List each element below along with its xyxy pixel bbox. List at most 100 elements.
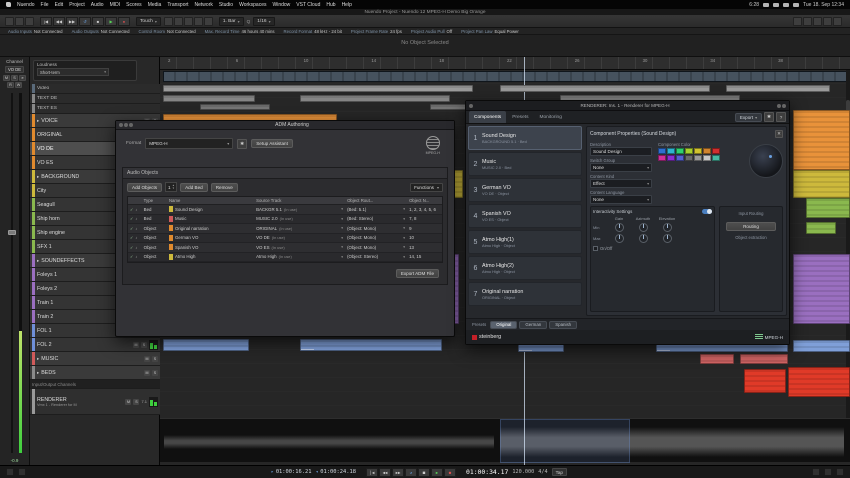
track-row[interactable]: ▸ TEXT ES M S [30, 104, 160, 114]
status-info-item[interactable]: Project Audio Pull Off [411, 29, 452, 34]
row-checkbox[interactable]: ✓ [130, 235, 133, 240]
window-controls[interactable] [119, 123, 133, 127]
plugin-titlebar[interactable]: RENDERER: Ins. 1 - Renderer for MPEG-H [466, 101, 789, 111]
add-count-stepper[interactable]: 1 ▴ ▾ [165, 182, 178, 192]
status-value[interactable]: 24 fps [390, 29, 402, 34]
azimuth-min-knob[interactable] [638, 223, 648, 232]
rewind-icon[interactable]: ◀◀ [53, 16, 65, 26]
go-to-start-icon[interactable]: |◀ [40, 16, 52, 26]
preset-button[interactable]: Original [490, 320, 518, 329]
menu-item[interactable]: VST Cloud [296, 2, 320, 8]
mute-button[interactable]: M [125, 398, 132, 405]
source-track-cell[interactable]: ORIGINAL (In use) ▾ [254, 226, 345, 231]
channel-button[interactable]: e [19, 75, 26, 81]
steinberg-hub-icon[interactable] [5, 16, 14, 26]
position-sphere[interactable] [749, 144, 783, 178]
color-swatch[interactable] [685, 148, 693, 154]
audio-object-row[interactable]: ✓ ♪ Object Original narration ORIGINAL (… [128, 224, 442, 234]
component-item[interactable]: 4 Spanish VO VO ES · Object [468, 204, 582, 228]
audio-object-row[interactable]: ✓ ♪ Object German VO VO DE (In use) ▾ (O… [128, 233, 442, 243]
component-item[interactable]: 7 Original narration ORIGINAL · Object [468, 282, 582, 306]
loudness-mode-select[interactable]: Short-term ▾ [37, 68, 109, 76]
audio-object-row[interactable]: ✓ ♪ Object Spanish VO VO ES (In use) ▾ (… [128, 243, 442, 253]
audio-object-row[interactable]: ✓ ♪ Bed Music MUSIC 2.0 (In use) ▾ (Bed:… [128, 214, 442, 224]
color-swatch[interactable] [676, 155, 684, 161]
menu-item[interactable]: Studio [219, 2, 233, 8]
color-swatch[interactable] [667, 148, 675, 154]
color-swatch[interactable] [703, 148, 711, 154]
menu-item[interactable]: Project [69, 2, 85, 8]
menu-item[interactable]: Audio [91, 2, 104, 8]
component-item[interactable]: 1 Sound Design BACKGROUND 5.1 · Bed [468, 126, 582, 150]
status-value[interactable]: Equal Power [495, 29, 519, 34]
metronome-icon[interactable] [18, 468, 26, 476]
component-item[interactable]: 6 Atmo High(2) Atmo High · Object [468, 256, 582, 280]
track-row[interactable]: ▸ BEDS M S [30, 366, 160, 380]
keyboard-icon[interactable] [836, 468, 845, 476]
row-checkbox[interactable]: ✓ [130, 226, 133, 231]
cycle-icon[interactable]: ↺ [79, 16, 91, 26]
quantize-preset-select[interactable]: 1/16 ▾ [253, 16, 275, 26]
auto-scroll-icon[interactable] [163, 16, 173, 26]
automation-mode-select[interactable]: Touch ▾ [136, 16, 161, 26]
status-info-item[interactable]: Audio Inputs Not Connected [8, 29, 63, 34]
object-routing-cell[interactable]: (Object: Mono) ▾ [345, 226, 407, 231]
preset-button[interactable]: German [519, 320, 548, 329]
setup-assistant-button[interactable]: Setup Assistant [251, 139, 293, 148]
mute-button[interactable]: M [133, 341, 139, 348]
quantize-menu-icon[interactable] [203, 16, 213, 26]
object-routing-cell[interactable]: (Object: Stereo) ▾ [345, 254, 407, 259]
source-track-cell[interactable]: Atmo High (In use) ▾ [254, 254, 345, 259]
video-thumbnail-track[interactable] [163, 71, 847, 82]
solo-button[interactable]: S [133, 398, 140, 405]
status-value[interactable]: Off [447, 29, 453, 34]
stepper-down-icon[interactable]: ▾ [173, 187, 175, 190]
object-routing-cell[interactable]: (Bed: 5.1) ▾ [345, 207, 407, 212]
track-row[interactable]: ▸ FOL 2 M S [30, 338, 160, 352]
column-header[interactable]: Type [142, 197, 167, 204]
settings-gear-icon[interactable]: ✱ [764, 112, 774, 122]
racks-icon[interactable] [813, 16, 822, 26]
gain-max-knob[interactable] [614, 234, 624, 243]
channel-button[interactable]: M [3, 75, 10, 81]
apple-logo-icon[interactable] [6, 2, 11, 7]
forward-icon[interactable]: ▶▶ [66, 16, 78, 26]
menu-item[interactable]: MIDI [110, 2, 121, 8]
source-track-cell[interactable]: MUSIC 2.0 (In use) ▾ [254, 216, 345, 221]
status-info-item[interactable]: Control Room Not Connected [138, 29, 195, 34]
azimuth-max-knob[interactable] [638, 234, 648, 243]
column-header[interactable]: Source Track [254, 197, 345, 204]
color-swatch[interactable] [676, 148, 684, 154]
description-field[interactable]: Sound Design [590, 147, 652, 156]
folder-arrow-icon[interactable]: ▸ [37, 370, 39, 376]
monitor-icon[interactable]: ♪ [135, 226, 137, 231]
go-to-start-button[interactable]: |◀ [366, 467, 378, 477]
status-info-item[interactable]: Max. Record Time 46 hours 40 mins [205, 29, 275, 34]
primary-time-display[interactable]: 01:00:34.17 [466, 468, 508, 476]
folder-arrow-icon[interactable]: ▸ [37, 174, 39, 180]
add-bed-button[interactable]: Add Bed [180, 182, 208, 192]
vertical-scrollbar[interactable] [846, 70, 850, 418]
cycle-button[interactable]: ↺ [405, 467, 417, 477]
menu-item[interactable]: Scores [126, 2, 142, 8]
track-row[interactable]: ▸ RENDERER Vmx 1 - Renderer for M M S 7.… [30, 389, 160, 415]
component-item[interactable]: 2 Music MUSIC 2.0 · Bed [468, 152, 582, 176]
solo-button[interactable]: S [152, 369, 158, 376]
audio-object-row[interactable]: ✓ ♪ Object Atmo High Atmo High (In use) [128, 252, 442, 262]
track-row[interactable]: ▸ TEXT DE M S [30, 94, 160, 104]
channel-button[interactable]: W [15, 82, 22, 88]
window-controls[interactable] [469, 103, 473, 108]
channel-button[interactable]: R [7, 82, 14, 88]
fader-handle[interactable] [7, 229, 16, 235]
export-adm-button[interactable]: Export ADM File [395, 269, 439, 278]
grid-type-icon[interactable] [193, 16, 203, 26]
overview-selection[interactable] [500, 419, 630, 463]
color-swatch[interactable] [667, 155, 675, 161]
arranger-mode-icon[interactable] [6, 468, 14, 476]
inspector-icon[interactable] [793, 16, 802, 26]
left-locator-time[interactable]: 01:00:16.21 [276, 469, 312, 475]
snap-type-icon[interactable] [183, 16, 193, 26]
content-kind-select[interactable]: Effect ▾ [590, 179, 652, 188]
menu-item[interactable]: Nuendo [17, 2, 35, 8]
component-item[interactable]: 5 Atmo High(1) Atmo High · Object [468, 230, 582, 254]
